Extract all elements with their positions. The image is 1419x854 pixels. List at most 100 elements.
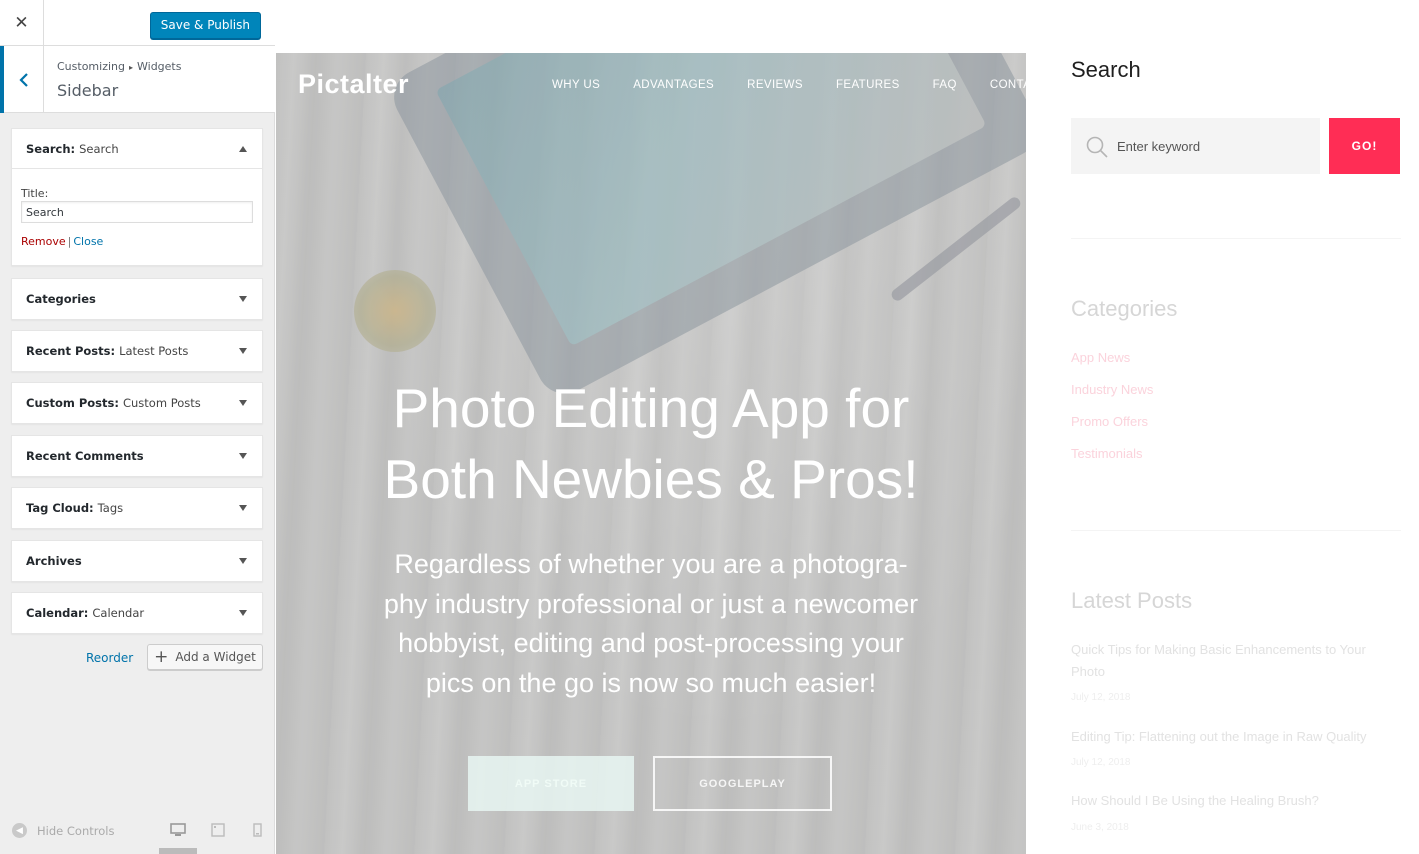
site-sidebar: Search GO! Categories App News Industry … (1026, 0, 1419, 854)
widget-title-input[interactable] (21, 201, 253, 223)
section-title: Sidebar (57, 81, 119, 100)
nav-item-faq[interactable]: FAQ (933, 79, 957, 91)
action-divider: | (67, 235, 72, 248)
widget-header[interactable]: Recent Posts: Latest Posts (12, 331, 262, 371)
app-root: ✕ Save & Publish Customizing ▸ Widgets Sid… (0, 0, 1419, 854)
app-store-button[interactable]: APP STORE (468, 756, 634, 811)
hero-description: Regardless of whether you are a photogra… (346, 545, 956, 703)
customizer-footer: ◀ Hide Controls (0, 814, 275, 854)
nav-item-why-us[interactable]: WHY US (552, 79, 600, 91)
widget-tag-cloud[interactable]: Tag Cloud: Tags (11, 487, 263, 529)
latest-posts-title: Latest Posts (1071, 588, 1193, 613)
collapse-arrow-icon: ◀ (12, 823, 27, 838)
post-link[interactable]: Editing Tip: Flattening out the Image in… (1071, 726, 1396, 748)
site-logo[interactable]: Pictalter (298, 69, 409, 100)
plus-icon: + (154, 646, 169, 667)
widget-recent-comments[interactable]: Recent Comments (11, 435, 263, 477)
widget-custom-posts[interactable]: Custom Posts: Custom Posts (11, 382, 263, 424)
nav-item-contact[interactable]: CONTACT (990, 79, 1026, 91)
post-link[interactable]: Quick Tips for Making Basic Enhancements… (1071, 639, 1396, 683)
widget-name: Tag Cloud: (26, 501, 94, 515)
widget-subtitle: Calendar (92, 606, 145, 620)
widget-archives[interactable]: Archives (11, 540, 263, 582)
active-device-indicator (159, 848, 197, 854)
tablet-preview-icon[interactable] (210, 823, 226, 837)
hero-title-line: Both Newbies & Pros! (383, 448, 919, 510)
save-publish-button[interactable]: Save & Publish (149, 12, 261, 39)
search-widget-title: Search (1071, 57, 1141, 82)
expand-arrow-icon[interactable] (239, 505, 247, 511)
widget-categories[interactable]: Categories (11, 278, 263, 320)
widget-subtitle: Tags (97, 501, 124, 515)
widget-name: Calendar: (26, 606, 89, 620)
widget-recent-posts[interactable]: Recent Posts: Latest Posts (11, 330, 263, 372)
expand-arrow-icon[interactable] (239, 610, 247, 616)
divider (1071, 530, 1401, 531)
close-link[interactable]: Close (73, 235, 103, 248)
widget-calendar[interactable]: Calendar: Calendar (11, 592, 263, 634)
hero-description-line: hobbyist, editing and post-processing yo… (398, 628, 904, 658)
expand-arrow-icon[interactable] (239, 348, 247, 354)
post-date: June 3, 2018 (1071, 822, 1129, 833)
widget-header[interactable]: Archives (12, 541, 262, 581)
widget-search-header[interactable]: Search: Search (12, 129, 262, 169)
back-button[interactable] (0, 46, 44, 113)
category-link[interactable]: Industry News (1071, 382, 1153, 397)
search-input[interactable] (1117, 118, 1312, 174)
customizer-panel: ✕ Save & Publish Customizing ▸ Widgets Sid… (0, 0, 275, 854)
mobile-preview-icon[interactable] (249, 823, 265, 837)
widget-name: Search: (26, 141, 76, 156)
hide-controls-label: Hide Controls (37, 823, 115, 838)
breadcrumb-separator: ▸ (128, 63, 133, 72)
search-go-button[interactable]: GO! (1329, 118, 1400, 174)
category-link[interactable]: Promo Offers (1071, 414, 1148, 429)
add-widget-button[interactable]: + Add a Widget (147, 644, 263, 670)
title-label: Title: (21, 187, 49, 200)
widget-header[interactable]: Custom Posts: Custom Posts (12, 383, 262, 423)
breadcrumb: Customizing ▸ Widgets (57, 60, 181, 73)
customizer-header: ✕ Save & Publish (0, 0, 275, 46)
site-nav: WHY US ADVANTAGES REVIEWS FEATURES FAQ C… (552, 79, 1026, 91)
preview-hero: Pictalter WHY US ADVANTAGES REVIEWS FEAT… (276, 53, 1026, 854)
widget-header[interactable]: Categories (12, 279, 262, 319)
categories-title: Categories (1071, 296, 1178, 321)
post-date: July 12, 2018 (1071, 692, 1131, 703)
post-link[interactable]: How Should I Be Using the Healing Brush? (1071, 790, 1396, 812)
chevron-left-icon (18, 72, 28, 87)
reorder-link[interactable]: Reorder (86, 651, 133, 665)
widget-name: Archives (26, 554, 82, 568)
widget-name: Custom Posts: (26, 396, 119, 410)
expand-arrow-icon[interactable] (239, 296, 247, 302)
hide-controls-button[interactable]: ◀ Hide Controls (12, 823, 114, 838)
widget-subtitle: Latest Posts (119, 344, 189, 358)
nav-item-advantages[interactable]: ADVANTAGES (633, 79, 714, 91)
expand-arrow-icon[interactable] (239, 400, 247, 406)
collapse-arrow-icon[interactable] (239, 146, 247, 152)
category-link[interactable]: App News (1071, 350, 1130, 365)
expand-arrow-icon[interactable] (239, 453, 247, 459)
widget-name: Recent Posts: (26, 344, 116, 358)
desktop-preview-icon[interactable] (170, 823, 186, 837)
add-widget-label: Add a Widget (175, 650, 256, 664)
widget-subtitle: Search (79, 141, 119, 156)
divider (1071, 238, 1401, 239)
hero-description-line: pics on the go is now so much easier! (425, 667, 877, 698)
widget-search: Search: Search Title: Remove|Close (11, 128, 263, 266)
widget-header[interactable]: Tag Cloud: Tags (12, 488, 262, 528)
googleplay-button[interactable]: GOOGLEPLAY (653, 756, 832, 811)
nav-item-reviews[interactable]: REVIEWS (747, 79, 803, 91)
search-box (1071, 118, 1320, 174)
widget-header[interactable]: Recent Comments (12, 436, 262, 476)
hero-description-line: phy industry professional or just a newc… (383, 588, 919, 619)
widget-header[interactable]: Calendar: Calendar (12, 593, 262, 633)
search-icon (1086, 136, 1108, 158)
remove-link[interactable]: Remove (21, 235, 66, 248)
widget-search-body: Title: Remove|Close (12, 169, 262, 256)
close-icon[interactable]: ✕ (0, 0, 44, 46)
breadcrumb-root: Customizing (57, 60, 125, 73)
section-header: Customizing ▸ Widgets Sidebar (0, 46, 275, 113)
category-link[interactable]: Testimonials (1071, 446, 1143, 461)
widget-actions: Remove | Close (21, 235, 253, 248)
nav-item-features[interactable]: FEATURES (836, 79, 900, 91)
expand-arrow-icon[interactable] (239, 558, 247, 564)
